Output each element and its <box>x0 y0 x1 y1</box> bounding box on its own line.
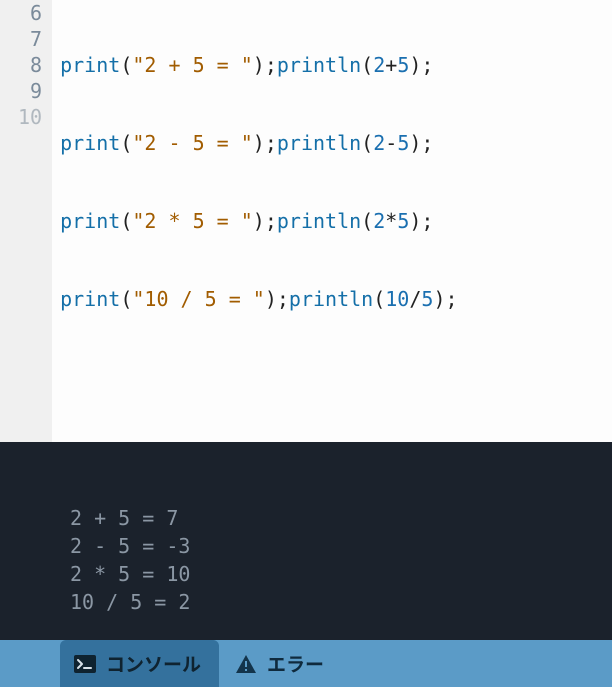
line-number: 10 <box>18 104 42 130</box>
tab-errors-label: エラー <box>267 650 324 677</box>
line-number: 9 <box>18 78 42 104</box>
line-number: 6 <box>18 0 42 26</box>
code-area[interactable]: print("2 + 5 = ");println(2+5); print("2… <box>52 0 465 442</box>
tab-console-label: コンソール <box>106 650 201 677</box>
warning-icon <box>235 654 257 674</box>
code-line-empty <box>60 364 457 390</box>
code-editor[interactable]: 6 7 8 9 10 print("2 + 5 = ");println(2+5… <box>0 0 612 442</box>
tab-console[interactable]: コンソール <box>60 640 219 687</box>
terminal-icon <box>74 655 96 673</box>
line-number-gutter: 6 7 8 9 10 <box>0 0 52 442</box>
tab-errors[interactable]: エラー <box>221 640 342 687</box>
output-tab-bar: コンソール エラー <box>0 640 612 687</box>
console-output: 2 + 5 = 7 2 - 5 = -3 2 * 5 = 10 10 / 5 =… <box>0 442 612 640</box>
line-number: 7 <box>18 26 42 52</box>
line-number: 8 <box>18 52 42 78</box>
code-line: print("2 - 5 = ");println(2-5); <box>60 130 457 156</box>
code-line: print("10 / 5 = ");println(10/5); <box>60 286 457 312</box>
code-line: print("2 * 5 = ");println(2*5); <box>60 208 457 234</box>
code-line: print("2 + 5 = ");println(2+5); <box>60 52 457 78</box>
